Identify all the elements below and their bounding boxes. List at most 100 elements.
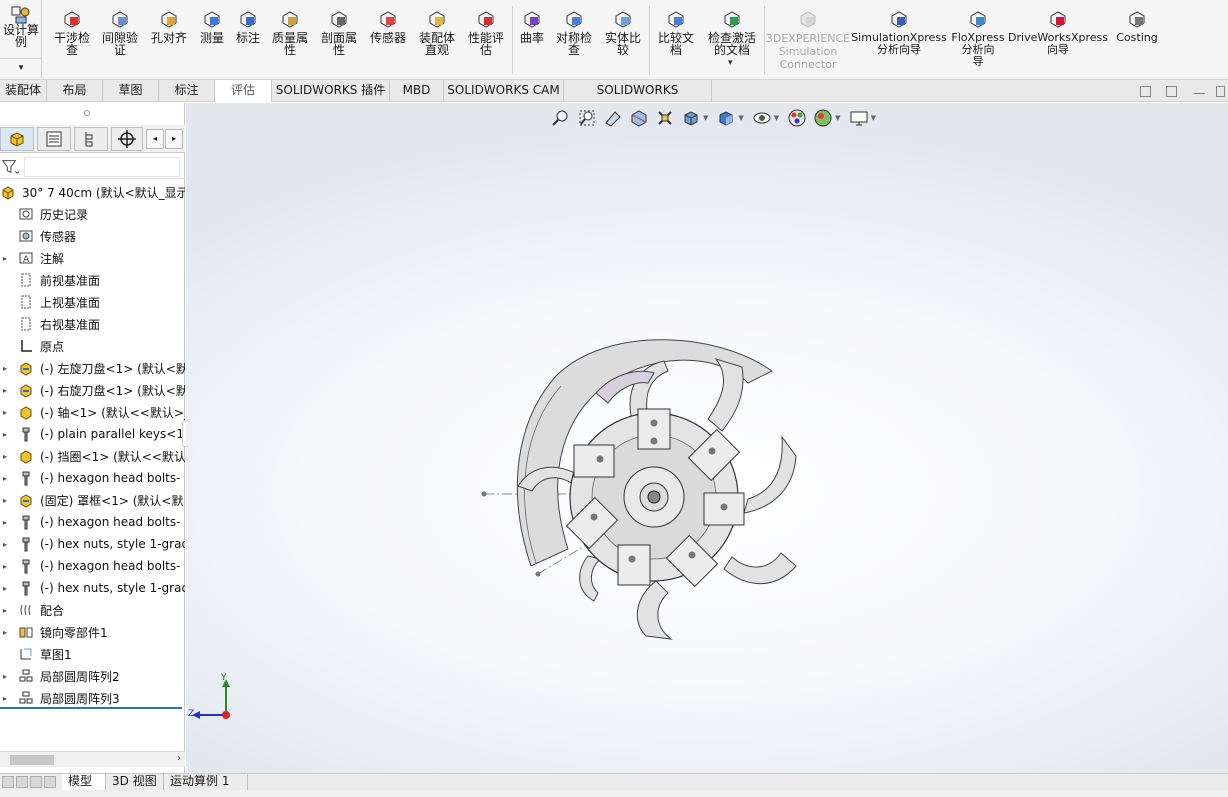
tabs-scroll-right[interactable]: ▸ <box>165 129 183 149</box>
display-style-icon[interactable] <box>716 108 736 128</box>
tab-8[interactable]: SOLIDWORKS Inspection <box>564 80 712 118</box>
compare-body-button[interactable]: 实体比 较 <box>600 4 646 76</box>
perf-eval-button[interactable]: 性能评 估 <box>464 4 508 76</box>
zoom-to-fit-icon[interactable] <box>551 108 571 128</box>
zoom-to-area-icon[interactable] <box>577 108 597 128</box>
scrollbar-thumb[interactable] <box>10 755 54 765</box>
tree-item[interactable]: 传感器 <box>0 225 185 247</box>
interference-button[interactable]: 干涉检 查 <box>50 4 94 76</box>
tree-item[interactable]: ▸ (-) 左旋刀盘<1> (默认<默 <box>0 357 185 379</box>
expand-arrow-icon[interactable]: ▸ <box>0 408 10 417</box>
tree-item[interactable]: 草图1 <box>0 643 185 665</box>
expand-arrow-icon[interactable]: ▸ <box>0 254 10 263</box>
window-restore-left-icon[interactable] <box>1140 86 1151 97</box>
floxpress-button[interactable]: FloXpress 分析向 导 <box>950 4 1006 76</box>
previous-view-icon[interactable] <box>603 108 623 128</box>
tree-item[interactable]: 右视基准面 <box>0 313 185 335</box>
sensor-button[interactable]: 传感器 <box>366 4 410 76</box>
chevron-down-icon[interactable]: ▾ <box>0 58 42 77</box>
tab-1[interactable]: 布局 <box>47 80 103 102</box>
costing-button[interactable]: Costing <box>1110 4 1164 76</box>
chevron-down-icon[interactable]: ▼ <box>774 114 779 122</box>
hide-show-items-icon[interactable] <box>752 108 772 128</box>
curvature-button[interactable]: 曲率 <box>516 4 548 76</box>
chevron-down-icon[interactable]: ▼ <box>703 114 708 122</box>
tree-item[interactable]: 前视基准面 <box>0 269 185 291</box>
chevron-down-icon[interactable]: ▼ <box>738 114 743 122</box>
tab-3[interactable]: 标注 <box>159 80 215 102</box>
tab-6[interactable]: MBD <box>390 80 444 102</box>
simxpress-button[interactable]: SimulationXpress 分析向导 <box>851 4 947 76</box>
section-props-button[interactable]: 剖面属 性 <box>316 4 362 76</box>
tree-item[interactable]: ▸ (-) 轴<1> (默认<<默认>_ <box>0 401 185 423</box>
window-minimize-icon[interactable] <box>1194 86 1205 94</box>
expand-arrow-icon[interactable]: ▸ <box>0 562 10 571</box>
tab-model[interactable]: 模型 <box>62 774 106 790</box>
tree-item[interactable]: 30° 7 40cm (默认<默认_显示 <box>0 181 185 203</box>
markup-button[interactable]: 标注 <box>232 4 264 76</box>
tree-item[interactable]: ▸ A 注解 <box>0 247 185 269</box>
expand-arrow-icon[interactable]: ▸ <box>0 364 10 373</box>
tab-property-manager[interactable] <box>37 127 71 151</box>
chevron-down-icon[interactable]: ▼ <box>835 114 840 122</box>
tree-item[interactable]: 历史记录 <box>0 203 185 225</box>
design-study-button[interactable]: 设计算 例 ▾ <box>0 0 42 78</box>
dynamic-annotation-views-icon[interactable] <box>655 108 675 128</box>
assembly-model[interactable] <box>476 331 816 651</box>
compare-doc-button[interactable]: 比较文 档 <box>652 4 700 76</box>
edit-appearance-icon[interactable] <box>787 108 807 128</box>
tree-item[interactable]: ▸ 局部圆周阵列3 <box>0 687 185 709</box>
graphics-area[interactable]: ▼ ▼ ▼ ▼ ▼ Y Z <box>186 103 1228 773</box>
filter-input[interactable] <box>24 157 180 177</box>
window-maximize-icon[interactable] <box>1216 86 1225 97</box>
tab-2[interactable]: 草图 <box>103 80 159 102</box>
panel-grip[interactable] <box>84 110 90 116</box>
tree-item[interactable]: ▸ 镜向零部件1 <box>0 621 185 643</box>
apply-scene-icon[interactable] <box>813 108 833 128</box>
expand-arrow-icon[interactable]: ▸ <box>0 694 10 703</box>
tree-item[interactable]: ▸ (-) 挡圈<1> (默认<<默认 <box>0 445 185 467</box>
tree-item[interactable]: ▸ (-) hex nuts, style 1-grad <box>0 533 185 555</box>
expand-arrow-icon[interactable]: ▸ <box>0 628 10 637</box>
tree-item[interactable]: ▸ 局部圆周阵列2 <box>0 665 185 687</box>
tree-item[interactable]: ▸ (-) hexagon head bolts- <box>0 467 185 489</box>
tree-item[interactable]: 上视基准面 <box>0 291 185 313</box>
tree-horizontal-scrollbar[interactable]: › <box>0 751 185 767</box>
tab-5[interactable]: SOLIDWORKS 插件 <box>272 80 390 102</box>
tree-item[interactable]: ▸ (-) 右旋刀盘<1> (默认<默 <box>0 379 185 401</box>
chevron-down-icon[interactable]: ▼ <box>871 114 876 122</box>
expand-arrow-icon[interactable]: ▸ <box>0 474 10 483</box>
tab-0[interactable]: 装配体 <box>0 80 47 102</box>
scroll-right-arrow[interactable]: › <box>177 753 181 764</box>
bottom-tab-nav[interactable] <box>0 776 58 788</box>
tab-7[interactable]: SOLIDWORKS CAM <box>444 80 564 102</box>
section-view-icon[interactable] <box>629 108 649 128</box>
expand-arrow-icon[interactable]: ▸ <box>0 386 10 395</box>
tree-item[interactable]: ▸ (固定) 罩框<1> (默认<默 <box>0 489 185 511</box>
expand-arrow-icon[interactable]: ▸ <box>0 518 10 527</box>
hole-align-button[interactable]: 孔对齐 <box>146 4 192 76</box>
expand-arrow-icon[interactable]: ▸ <box>0 496 10 505</box>
expand-arrow-icon[interactable]: ▸ <box>0 672 10 681</box>
view-orientation-icon[interactable] <box>681 108 701 128</box>
tree-item[interactable]: ▸ (-) hexagon head bolts- <box>0 555 185 577</box>
tab-4[interactable]: 评估 <box>215 80 272 102</box>
tree-item[interactable]: 原点 <box>0 335 185 357</box>
tabs-scroll-left[interactable]: ◂ <box>146 129 164 149</box>
tab-feature-manager[interactable] <box>0 127 34 151</box>
expand-arrow-icon[interactable]: ▸ <box>0 452 10 461</box>
tab-dimxpert-manager[interactable] <box>111 127 143 151</box>
tab-configuration-manager[interactable] <box>74 127 108 151</box>
expand-arrow-icon[interactable]: ▸ <box>0 606 10 615</box>
tab-3d-views[interactable]: 3D 视图 <box>106 774 164 790</box>
measure-button[interactable]: 测量 <box>196 4 228 76</box>
tab-motion-study[interactable]: 运动算例 1 <box>164 774 248 790</box>
expand-arrow-icon[interactable]: ▸ <box>0 430 10 439</box>
asm-viz-button[interactable]: 装配体 直观 <box>414 4 460 76</box>
expand-arrow-icon[interactable]: ▸ <box>0 540 10 549</box>
mass-props-button[interactable]: 质量属 性 <box>268 4 312 76</box>
expand-arrow-icon[interactable]: ▸ <box>0 584 10 593</box>
filter-icon[interactable] <box>1 158 19 176</box>
symmetry-button[interactable]: 对称检 查 <box>552 4 596 76</box>
tree-item[interactable]: ▸ (-) hex nuts, style 1-grad <box>0 577 185 599</box>
